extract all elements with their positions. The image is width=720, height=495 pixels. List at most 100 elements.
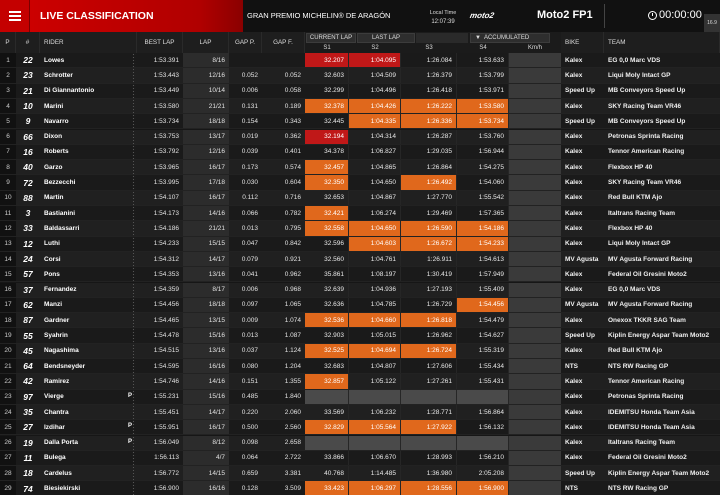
rider-name: Dixon <box>44 133 63 141</box>
table-row[interactable]: 23 97 Vierge 1:55.231 15/16 0.485 1.840 Kalex Pe… <box>0 389 720 405</box>
table-row[interactable]: 21 64 Bendsneyder 1:54.595 16/16 0.080 1.204 32… <box>0 359 720 375</box>
sector-s3: 1:26.336 <box>401 114 457 129</box>
table-row[interactable]: 19 55 Syahrin 1:54.478 15/16 0.013 1.087 32.903… <box>0 328 720 344</box>
table-row[interactable]: 17 62 Manzi 1:54.456 18/18 0.097 1.065 32.636 1:… <box>0 297 720 314</box>
table-row[interactable]: 12 33 Baldassarri 1:54.186 21/21 0.013 0.795 32… <box>0 221 720 237</box>
table-row[interactable]: 28 18 Cardelus 1:56.772 14/15 0.659 3.381 40.76… <box>0 466 720 482</box>
speed-cell <box>509 374 561 389</box>
table-row[interactable]: 27 11 Bulega 1:56.113 4/7 0.064 2.722 33.866 1:0… <box>0 450 720 467</box>
bike-maker: Kalex <box>565 148 583 156</box>
row-dots <box>132 114 136 129</box>
table-row[interactable]: 26 19 Dalla Porta 1:56.049 8/12 0.098 2.658 Kal… <box>0 435 720 451</box>
last-lap-button[interactable]: LAST LAP <box>357 33 415 43</box>
sector-s4: 1:55.319 <box>457 343 509 358</box>
team-name: Federal Oil Gresini Moto2 <box>608 454 687 462</box>
gap-first: 2.722 <box>284 454 301 462</box>
header-pos[interactable]: P <box>0 32 16 53</box>
table-row[interactable]: 14 24 Corsi 1:54.312 14/17 0.079 0.921 32.560 1:… <box>0 251 720 268</box>
team-name: MV Agusta Forward Racing <box>608 301 693 309</box>
sector-s4: 1:55.434 <box>457 359 509 374</box>
sector-s4: 1:57.365 <box>457 206 509 221</box>
table-row[interactable]: 22 42 Ramirez 1:54.746 14/16 0.151 1.355 32.857… <box>0 374 720 390</box>
table-row[interactable]: 1 22 Lowes 1:53.391 8/16 32.207 1:04.095 1:26.0… <box>0 53 720 69</box>
table-row[interactable]: 25 27 Izdihar 1:55.951 16/17 0.500 2.560 32.829… <box>0 420 720 436</box>
current-lap-button[interactable]: CURRENT LAP <box>306 33 356 43</box>
sector-s2: 1:04.660 <box>349 313 401 328</box>
sector-s2: 1:04.426 <box>349 98 401 114</box>
sector-s2: 1:04.867 <box>349 190 401 205</box>
header-gap-f[interactable]: GAP F. <box>262 32 305 53</box>
sector-s4: 1:55.431 <box>457 374 509 389</box>
header-gap-p[interactable]: GAP P. <box>229 32 262 53</box>
row-dots <box>132 236 136 251</box>
header-num[interactable]: # <box>16 32 40 53</box>
best-lap-time: 1:54.353 <box>153 270 179 278</box>
table-row[interactable]: 13 12 Luthi 1:54.233 15/15 0.047 0.842 32.596 1:… <box>0 236 720 252</box>
header-team[interactable]: TEAM <box>604 32 720 53</box>
table-row[interactable]: 24 35 Chantra 1:55.451 14/17 0.220 2.060 33.569… <box>0 404 720 421</box>
side-panel-tab[interactable]: 16.9 <box>704 14 720 32</box>
sector-s4: 1:54.275 <box>457 160 509 175</box>
table-row[interactable]: 29 74 Biesiekirski 1:56.900 16/16 0.128 3.509 3… <box>0 481 720 495</box>
position-cell: 7 <box>0 144 16 160</box>
best-lap-time: 1:54.746 <box>153 377 179 385</box>
sector-s1: 32.350 <box>305 175 349 190</box>
table-row[interactable]: 10 88 Martin 1:54.107 16/17 0.112 0.716 32.653 1… <box>0 190 720 206</box>
gap-previous: 0.019 <box>241 133 258 141</box>
accumulated-dropdown[interactable]: ▼ ACCUMULATED <box>470 33 550 43</box>
sector-s1: 32.653 <box>305 190 349 205</box>
table-row[interactable]: 4 10 Marini 1:53.580 21/21 0.131 0.189 32.378 1:… <box>0 98 720 115</box>
table-row[interactable]: 18 87 Gardner 1:54.465 13/15 0.009 1.074 32.536… <box>0 313 720 329</box>
local-time: Local Time 12:07:39 <box>418 9 468 27</box>
sector-s1: 35.861 <box>305 267 349 282</box>
bike-maker: Kalex <box>565 163 583 171</box>
speed-cell <box>509 481 561 495</box>
bike-maker: NTS <box>565 485 578 493</box>
page-title: LIVE CLASSIFICATION <box>40 10 154 22</box>
sector-s3: 1:27.922 <box>401 420 457 435</box>
best-lap-time: 1:53.449 <box>153 87 179 95</box>
row-dots <box>132 297 136 313</box>
menu-button[interactable] <box>0 0 30 32</box>
rider-name: Gardner <box>44 316 70 324</box>
rider-name: Luthi <box>44 240 60 248</box>
table-row[interactable]: 15 57 Pons 1:54.353 13/16 0.041 0.962 35.861 1:0… <box>0 267 720 283</box>
sector-s3: 1:27.261 <box>401 374 457 389</box>
accumulated-filler <box>416 33 468 43</box>
sector-s2: 1:06.670 <box>349 450 401 466</box>
team-name: NTS RW Racing GP <box>608 485 669 493</box>
header-bike[interactable]: BIKE <box>561 32 604 53</box>
position-cell: 8 <box>0 160 16 175</box>
best-lap-time: 1:54.595 <box>153 362 179 370</box>
sector-s3: 1:26.492 <box>401 175 457 190</box>
table-row[interactable]: 3 21 Di Giannantonio 1:53.449 10/14 0.006 0.05… <box>0 83 720 99</box>
header-s1: S1 <box>323 45 331 51</box>
sector-s4: 1:53.633 <box>457 53 509 68</box>
table-row[interactable]: 11 3 Bastianini 1:54.173 14/16 0.066 0.782 32.4… <box>0 206 720 222</box>
bike-maker: Kalex <box>565 347 583 355</box>
table-row[interactable]: 8 40 Garzo 1:53.965 16/17 0.173 0.574 32.457 1:0… <box>0 160 720 176</box>
header-best-lap[interactable]: BEST LAP <box>137 32 183 53</box>
sector-s2: 1:04.335 <box>349 114 401 129</box>
table-row[interactable]: 7 16 Roberts 1:53.792 12/16 0.039 0.401 34.378 1… <box>0 144 720 161</box>
table-row[interactable]: 5 9 Navarro 1:53.734 18/18 0.154 0.343 32.445 1:… <box>0 114 720 130</box>
speed-cell <box>509 343 561 358</box>
gap-previous: 0.131 <box>241 102 258 110</box>
table-row[interactable]: 9 72 Bezzecchi 1:53.995 17/18 0.030 0.604 32.35… <box>0 175 720 191</box>
gap-first: 0.362 <box>284 133 301 141</box>
table-row[interactable]: 20 45 Nagashima 1:54.515 13/16 0.037 1.124 32.5… <box>0 343 720 359</box>
header-rider[interactable]: RIDER <box>40 32 137 53</box>
best-lap-time: 1:54.186 <box>153 224 179 232</box>
header-lap[interactable]: LAP <box>183 32 229 53</box>
table-row[interactable]: 16 37 Fernandez 1:54.359 8/17 0.006 0.968 32.63… <box>0 282 720 298</box>
hamburger-icon <box>8 15 21 17</box>
sector-s2: 1:04.936 <box>349 282 401 297</box>
rider-number: 35 <box>23 407 33 418</box>
gap-first: 0.921 <box>284 255 301 263</box>
table-row[interactable]: 2 23 Schrotter 1:53.443 12/16 0.052 0.052 32.60… <box>0 68 720 84</box>
sector-s1: 32.560 <box>305 251 349 267</box>
sector-s3: 1:26.724 <box>401 343 457 358</box>
table-row[interactable]: 6 66 Dixon 1:53.753 13/17 0.019 0.362 32.194 1:0… <box>0 129 720 145</box>
rider-name: Bezzecchi <box>44 179 76 187</box>
sector-s4: 1:53.799 <box>457 68 509 83</box>
